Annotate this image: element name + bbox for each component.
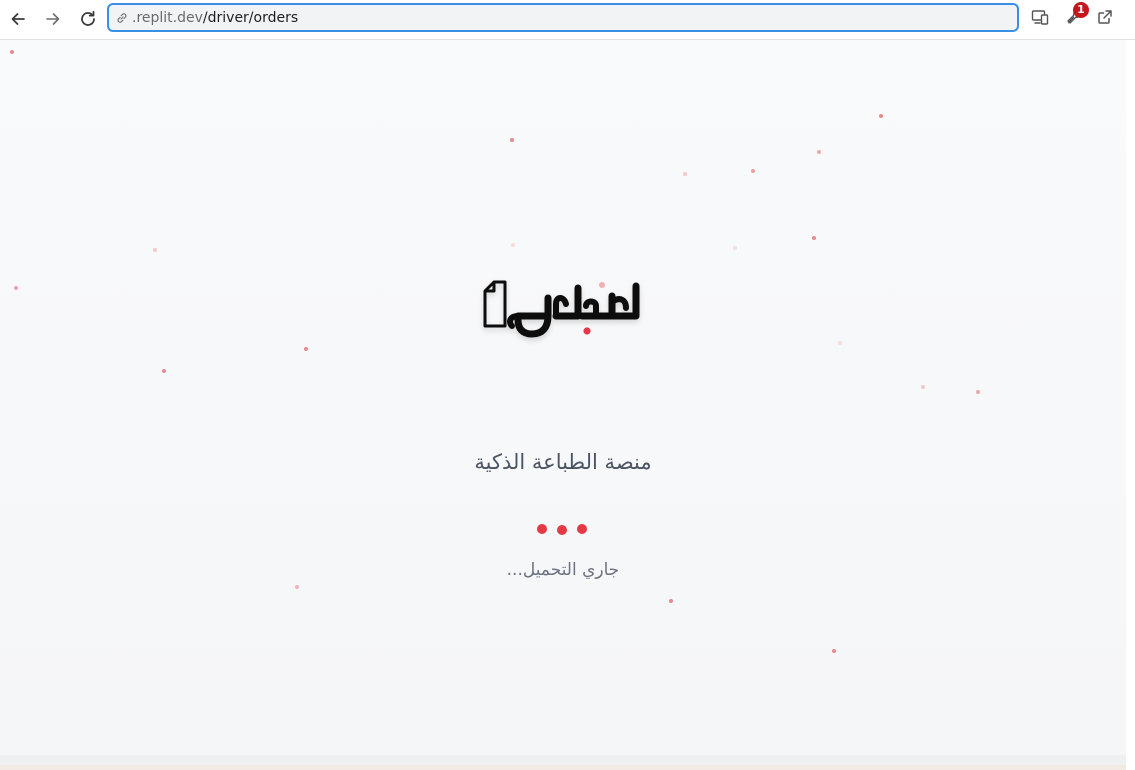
particle-dot [921,385,925,389]
loader-dot [577,524,587,534]
particle-dot [751,169,755,173]
particle-dot [832,649,836,653]
particle-dot [733,246,737,250]
particle-dot [295,585,299,589]
particle-dot [511,243,515,247]
particle-dot [153,248,157,252]
reload-button[interactable] [75,6,101,32]
particle-dot [510,138,514,142]
particle-dot [976,390,980,394]
particle-dot [14,286,18,290]
page-viewport: منصة الطباعة الذكية جاري التحميل... [0,40,1126,755]
particle-dot [838,341,842,345]
particle-dot [683,172,687,176]
arrow-right-icon [44,10,62,28]
reload-icon [78,9,98,29]
url-domain: .replit.dev [132,9,203,26]
external-link-icon [1096,8,1114,30]
tagline: منصة الطباعة الذكية [474,450,652,474]
loader-dot [537,524,547,534]
notification-badge: 1 [1073,2,1089,18]
bottom-strip [0,755,1126,770]
particle-dot [162,369,166,373]
particle-dot [669,599,673,603]
browser-toolbar: .replit.dev/driver/orders 1 [0,0,1135,40]
open-in-new-tab-button[interactable] [1092,6,1118,32]
particle-dot [10,50,14,54]
particle-dot [812,236,816,240]
back-button[interactable] [5,6,31,32]
responsive-devices-icon [1030,7,1050,31]
particle-dot [879,114,883,118]
link-icon [114,10,130,26]
scrollbar-gutter [1126,40,1135,770]
app-logo [483,280,640,338]
particle-dot [817,150,821,154]
loading-text: جاري التحميل... [506,560,620,580]
responsive-devices-button[interactable] [1027,6,1053,32]
loading-spinner [535,524,589,536]
devtools-button[interactable]: 1 [1061,2,1089,32]
loader-dot [557,525,567,535]
url-text: .replit.dev/driver/orders [132,10,298,26]
arrow-left-icon [9,10,27,28]
forward-button[interactable] [40,6,66,32]
url-path: /driver/orders [202,9,299,26]
address-bar[interactable]: .replit.dev/driver/orders [107,3,1019,32]
particle-dot [304,347,308,351]
